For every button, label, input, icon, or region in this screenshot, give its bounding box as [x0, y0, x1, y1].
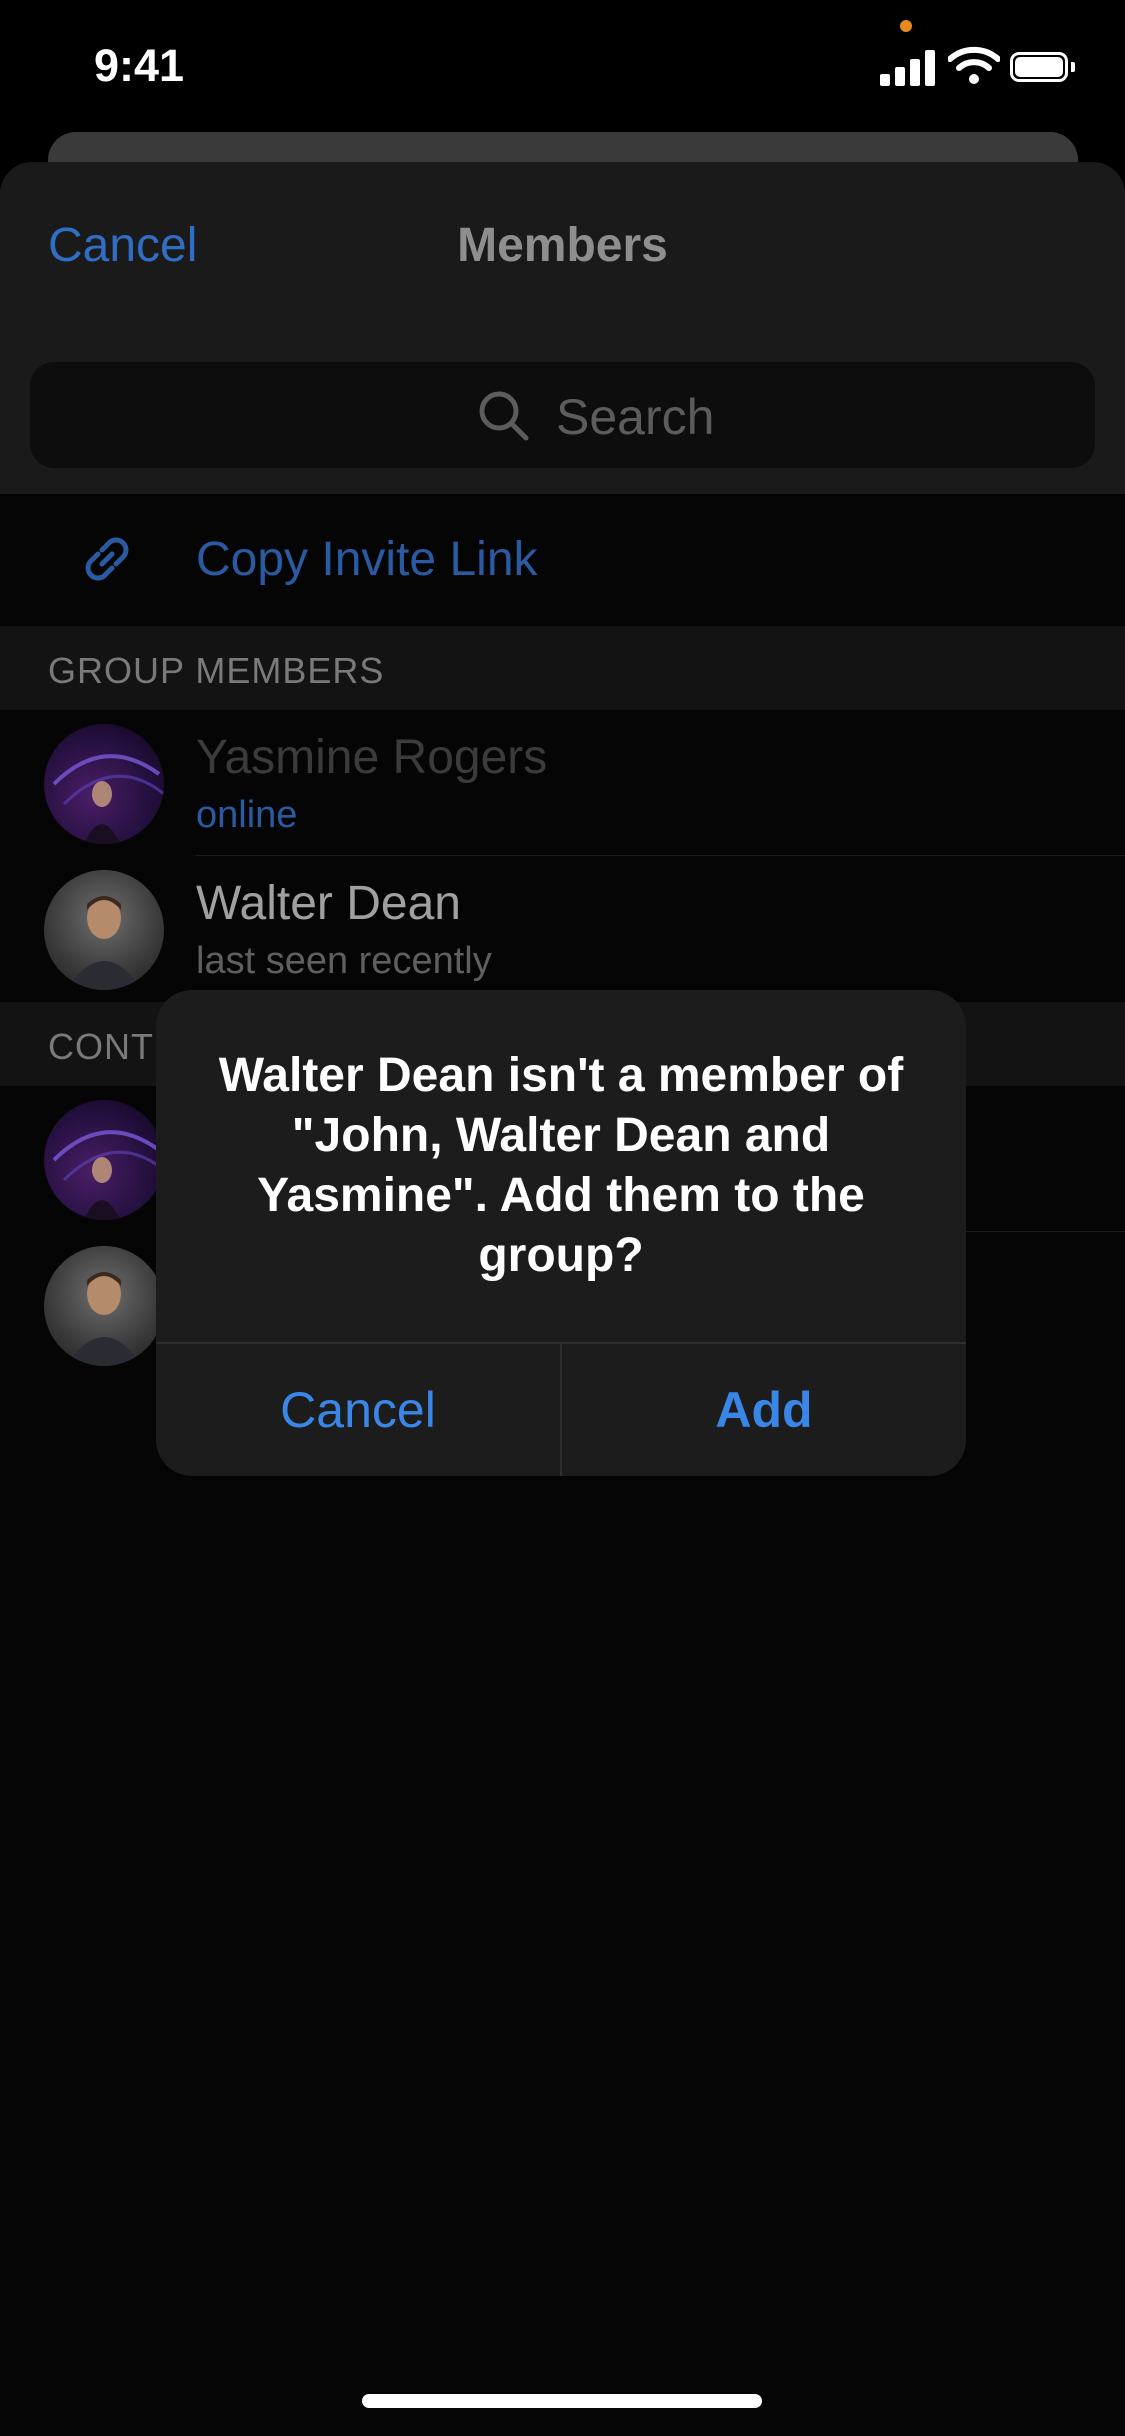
home-indicator [362, 2394, 762, 2408]
member-row-walter[interactable]: Walter Dean last seen recently [0, 856, 1125, 1002]
wifi-icon [948, 46, 1000, 84]
section-title: CONT [48, 1026, 154, 1067]
avatar [44, 1100, 164, 1220]
member-status: online [196, 794, 298, 836]
avatar-yasmine-icon [52, 1130, 164, 1220]
section-title: GROUP MEMBERS [48, 650, 385, 691]
avatar [44, 870, 164, 990]
copy-invite-link-row[interactable]: Copy Invite Link [0, 494, 1125, 626]
link-icon [85, 537, 129, 581]
avatar-yasmine-icon [52, 754, 164, 844]
recording-indicator-dot [900, 20, 912, 32]
add-member-alert: Walter Dean isn't a member of "John, Wal… [156, 990, 966, 1476]
alert-add-button[interactable]: Add [562, 1344, 966, 1476]
member-name: Yasmine Rogers [196, 731, 548, 784]
search-placeholder: Search [556, 389, 715, 445]
cellular-signal-icon [880, 48, 936, 86]
avatar-walter-icon [66, 896, 142, 990]
alert-cancel-button[interactable]: Cancel [156, 1344, 560, 1476]
member-name: Walter Dean [196, 877, 461, 930]
battery-icon [1010, 52, 1076, 86]
search-icon [479, 391, 529, 441]
avatar [44, 1246, 164, 1366]
status-time: 9:41 [94, 40, 185, 91]
avatar [44, 724, 164, 844]
search-input[interactable]: Search [30, 362, 1095, 468]
avatar-walter-icon [66, 1272, 142, 1366]
cancel-button[interactable]: Cancel [48, 218, 197, 273]
member-row-yasmine[interactable]: Yasmine Rogers online [0, 710, 1125, 856]
member-status: last seen recently [196, 940, 492, 982]
copy-invite-link-label: Copy Invite Link [196, 533, 538, 586]
status-bar: 9:41 [0, 0, 1125, 130]
section-header-group-members: GROUP MEMBERS [0, 626, 1125, 710]
alert-message: Walter Dean isn't a member of "John, Wal… [218, 1049, 904, 1282]
